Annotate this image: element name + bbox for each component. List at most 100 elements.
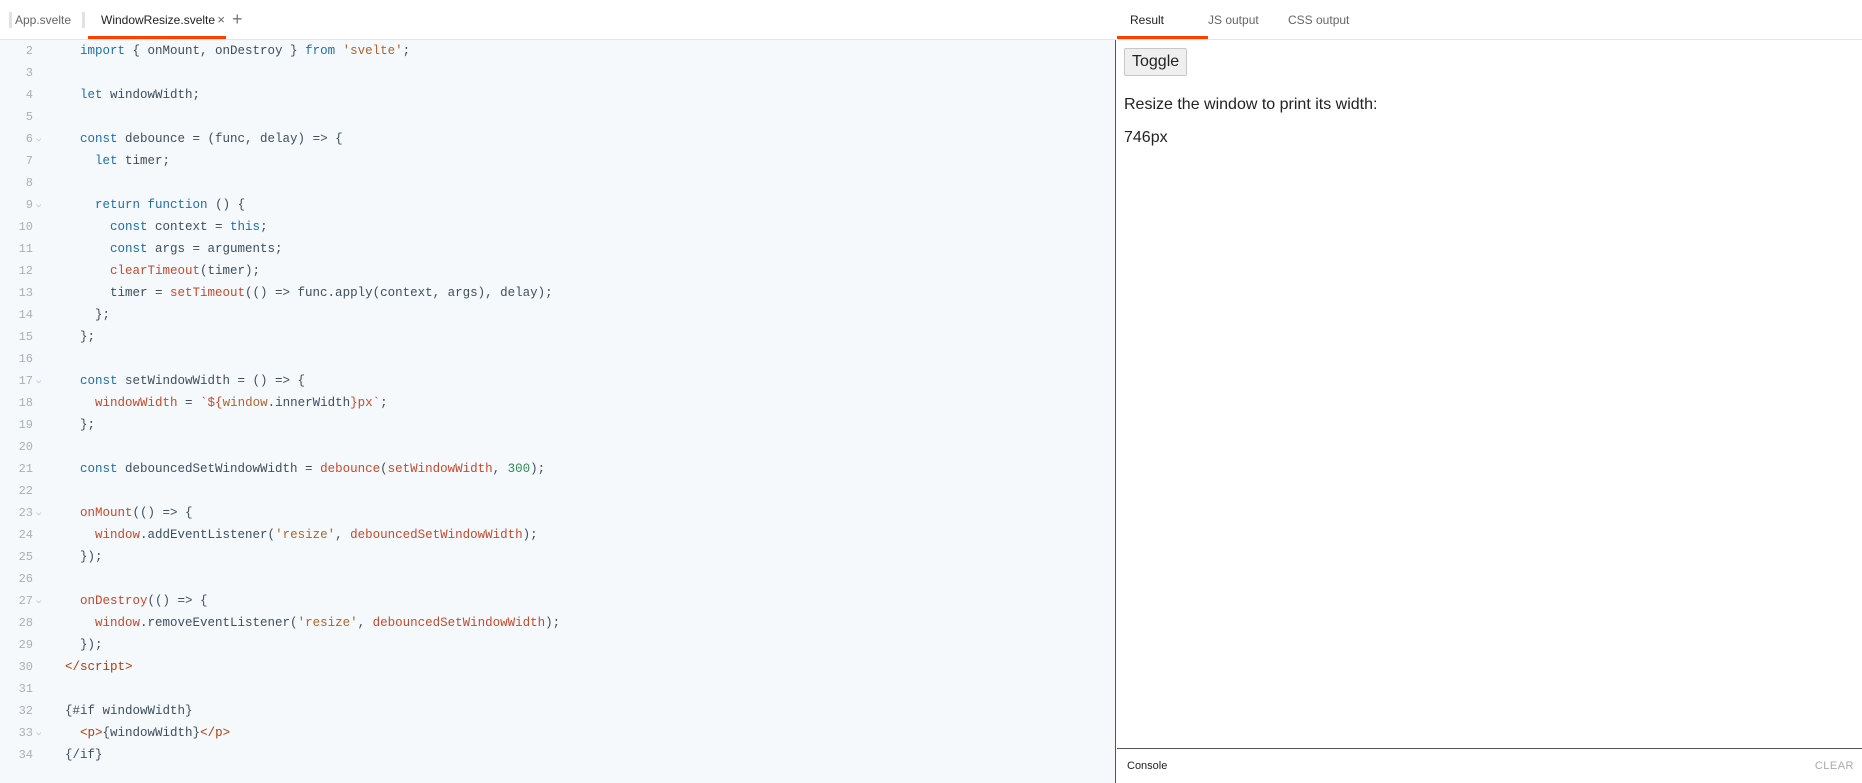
fold-chevron-icon[interactable]: ⌵ — [36, 128, 41, 150]
code-text: window.removeEventListener('resize', deb… — [95, 616, 561, 630]
line-number: 20 — [18, 440, 33, 454]
code-line: 17 ⌵ const setWindowWidth = () => { — [0, 370, 1116, 392]
code-text: timer = setTimeout(() => func.apply(cont… — [65, 286, 553, 300]
editor-pane: App.svelte WindowResize.svelte × + 2 imp… — [0, 0, 1116, 783]
code-line: 3 — [0, 62, 1116, 84]
code-text: return function () { — [95, 198, 246, 212]
window-width-value: 746px — [1124, 129, 1168, 146]
line-number: 23 — [18, 506, 33, 520]
code-line: 19 }; — [0, 414, 1116, 436]
tab-js-output[interactable]: JS output — [1191, 0, 1259, 40]
clear-console-button[interactable]: CLEAR — [1815, 749, 1854, 783]
code-text: let timer; — [95, 154, 171, 168]
code-line: 11 const args = arguments; — [0, 238, 1116, 260]
code-line: 32 {#if windowWidth} — [0, 700, 1116, 722]
fold-chevron-icon[interactable]: ⌵ — [36, 590, 41, 612]
code-line: 20 — [0, 436, 1116, 458]
line-number: 14 — [18, 308, 33, 322]
tab-label: App.svelte — [15, 13, 72, 27]
line-number: 11 — [18, 242, 33, 256]
code-text: let windowWidth; — [80, 88, 201, 102]
tab-label: CSS output — [1288, 13, 1350, 27]
tab-css-output[interactable]: CSS output — [1271, 0, 1349, 40]
code-text: onDestroy(() => { — [80, 594, 208, 608]
console-toggle[interactable]: Console — [1127, 749, 1167, 783]
code-line: 30 </script> — [0, 656, 1116, 678]
code-text: const debouncedSetWindowWidth = debounce… — [80, 462, 546, 476]
line-number: 27 — [18, 594, 33, 608]
line-number: 12 — [18, 264, 33, 278]
result-pane: Result JS output CSS output Toggle Resiz… — [1117, 0, 1862, 783]
line-number: 32 — [18, 704, 33, 718]
line-number: 30 — [18, 660, 33, 674]
line-number: 34 — [18, 748, 33, 762]
code-line: 2 import { onMount, onDestroy } from 'sv… — [0, 40, 1116, 62]
code-line: 34 {/if} — [0, 744, 1116, 766]
code-line: 27 ⌵ onDestroy(() => { — [0, 590, 1116, 612]
toggle-button[interactable]: Toggle — [1124, 48, 1188, 76]
code-line: 14 }; — [0, 304, 1116, 326]
code-line: 26 — [0, 568, 1116, 590]
console-bar: Console CLEAR — [1117, 748, 1862, 783]
code-text: const context = this; — [110, 220, 268, 234]
code-line: 15 }; — [0, 326, 1116, 348]
line-number: 28 — [18, 616, 33, 630]
code-line: 16 — [0, 348, 1116, 370]
tab-label: WindowResize.svelte — [101, 13, 216, 27]
code-line: 23 ⌵ onMount(() => { — [0, 502, 1116, 524]
close-icon[interactable]: × — [217, 0, 225, 40]
tab-label: JS output — [1208, 13, 1259, 27]
code-line: 28 window.removeEventListener('resize', … — [0, 612, 1116, 634]
fold-chevron-icon[interactable]: ⌵ — [36, 370, 41, 392]
line-number: 33 — [18, 726, 33, 740]
tab-app-svelte[interactable]: App.svelte — [8, 0, 72, 40]
code-text: windowWidth = `${window.innerWidth}px`; — [95, 396, 388, 410]
line-number: 17 — [18, 374, 33, 388]
code-line: 22 — [0, 480, 1116, 502]
active-tab-indicator — [88, 36, 226, 39]
code-text: }; — [65, 308, 111, 322]
line-number: 31 — [18, 682, 33, 696]
line-number: 6 — [25, 132, 33, 146]
fold-chevron-icon[interactable]: ⌵ — [36, 502, 41, 524]
tab-label: Result — [1130, 13, 1165, 27]
code-text: }; — [65, 418, 96, 432]
line-number: 7 — [25, 154, 33, 168]
line-number: 25 — [18, 550, 33, 564]
code-text: }; — [65, 330, 96, 344]
code-text: onMount(() => { — [80, 506, 193, 520]
code-text: const debounce = (func, delay) => { — [80, 132, 343, 146]
code-line: 5 — [0, 106, 1116, 128]
line-number: 4 — [25, 88, 33, 102]
code-line: 13 timer = setTimeout(() => func.apply(c… — [0, 282, 1116, 304]
line-number: 21 — [18, 462, 33, 476]
tab-windowresize-svelte[interactable]: WindowResize.svelte × — [82, 0, 226, 40]
code-editor[interactable]: 2 import { onMount, onDestroy } from 'sv… — [0, 40, 1116, 783]
code-line: 8 — [0, 172, 1116, 194]
line-number: 3 — [25, 66, 33, 80]
code-text: </script> — [65, 660, 133, 674]
fold-chevron-icon[interactable]: ⌵ — [36, 194, 41, 216]
code-line: 29 }); — [0, 634, 1116, 656]
line-number: 18 — [18, 396, 33, 410]
code-text: {/if} — [65, 748, 103, 762]
code-text: }); — [65, 550, 103, 564]
line-number: 9 — [25, 198, 33, 212]
fold-chevron-icon[interactable]: ⌵ — [36, 722, 41, 744]
editor-tab-bar: App.svelte WindowResize.svelte × + — [0, 0, 1116, 40]
line-number: 19 — [18, 418, 33, 432]
line-number: 16 — [18, 352, 33, 366]
line-number: 15 — [18, 330, 33, 344]
code-line: 12 clearTimeout(timer); — [0, 260, 1116, 282]
code-text: window.addEventListener('resize', deboun… — [95, 528, 538, 542]
line-number: 22 — [18, 484, 33, 498]
result-tab-bar: Result JS output CSS output — [1117, 0, 1862, 40]
line-number: 2 — [25, 44, 33, 58]
code-line: 4 let windowWidth; — [0, 84, 1116, 106]
code-line: 31 — [0, 678, 1116, 700]
code-text: clearTimeout(timer); — [110, 264, 261, 278]
add-tab-icon[interactable]: + — [232, 0, 243, 39]
code-text: const args = arguments; — [110, 242, 283, 256]
resize-instruction-text: Resize the window to print its width: — [1124, 96, 1378, 113]
code-line: 33 ⌵ <p>{windowWidth}</p> — [0, 722, 1116, 744]
